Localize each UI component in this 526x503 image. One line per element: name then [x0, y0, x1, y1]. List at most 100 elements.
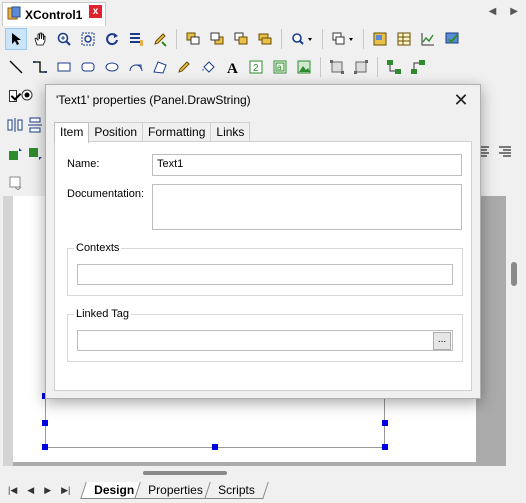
vertical-scroll-thumb[interactable]: [511, 262, 517, 286]
toolbar-ordering: [3, 142, 43, 168]
refresh-icon[interactable]: [101, 28, 123, 50]
snap-grid-icon[interactable]: [9, 176, 23, 193]
last-page-icon[interactable]: ▶|: [61, 485, 70, 496]
toolbar-main: [3, 25, 523, 53]
scroll-tabs-right-icon[interactable]: ▶: [510, 6, 518, 17]
linked-tag-field[interactable]: ...: [77, 330, 453, 351]
contexts-label: Contexts: [74, 242, 122, 254]
browse-tag-button[interactable]: ...: [433, 332, 451, 350]
contexts-group: Contexts: [67, 242, 463, 296]
tab-position[interactable]: Position: [88, 122, 144, 142]
line-icon[interactable]: [5, 56, 27, 78]
rounded-rect-icon[interactable]: [77, 56, 99, 78]
tab-navigation: ◀ ▶: [489, 6, 518, 17]
svg-text:2: 2: [253, 63, 259, 74]
align-alt-icon[interactable]: [350, 56, 372, 78]
toolbar-separator: [176, 29, 177, 49]
tab-formatting[interactable]: Formatting: [142, 122, 212, 142]
connect-alt-icon[interactable]: [407, 56, 429, 78]
text-icon[interactable]: A: [221, 56, 243, 78]
prev-page-icon[interactable]: ◀: [27, 485, 34, 496]
polygon-icon[interactable]: [149, 56, 171, 78]
arc-icon[interactable]: [125, 56, 147, 78]
toolbar-separator: [281, 29, 282, 49]
distribute-vertical-icon[interactable]: [27, 117, 43, 136]
resize-handle[interactable]: [42, 420, 48, 426]
send-back-icon[interactable]: [206, 28, 228, 50]
tab-scripts[interactable]: Scripts: [204, 482, 269, 499]
toolbar-separator: [320, 57, 321, 77]
panel-icon[interactable]: [369, 28, 391, 50]
scroll-tabs-left-icon[interactable]: ◀: [489, 6, 497, 17]
toolbar-options: [3, 82, 33, 110]
label-icon[interactable]: a: [269, 56, 291, 78]
close-tab-icon[interactable]: x: [89, 5, 102, 18]
name-label: Name:: [67, 158, 100, 170]
zoom-icon[interactable]: [53, 28, 75, 50]
edit-pencil-icon[interactable]: [149, 28, 171, 50]
next-page-icon[interactable]: ▶: [44, 485, 51, 496]
close-icon[interactable]: ✕: [450, 89, 472, 111]
item-tab-panel: Name: Text1 Documentation: Contexts Link…: [54, 141, 472, 391]
document-tab-bar: XControl1 x ◀ ▶: [0, 0, 526, 26]
polyline-icon[interactable]: [29, 56, 51, 78]
option-checkbox[interactable]: [9, 90, 17, 102]
toolbar-separator: [322, 29, 323, 49]
documentation-label: Documentation:: [67, 188, 145, 200]
move-down-icon[interactable]: [27, 146, 43, 165]
linked-tag-label: Linked Tag: [74, 308, 132, 320]
toolbar-misc: [3, 172, 23, 196]
search-dropdown-icon[interactable]: [287, 28, 317, 50]
move-up-icon[interactable]: [7, 146, 23, 165]
svg-text:A: A: [227, 61, 238, 75]
image-icon[interactable]: [293, 56, 315, 78]
align-icon[interactable]: [326, 56, 348, 78]
rectangle-icon[interactable]: [53, 56, 75, 78]
connect-icon[interactable]: [383, 56, 405, 78]
resize-handle[interactable]: [382, 444, 388, 450]
toolbar-layout: [3, 112, 43, 140]
toolbar-separator: [363, 29, 364, 49]
settings-check-icon[interactable]: [441, 28, 463, 50]
drawstring-element[interactable]: [45, 395, 385, 448]
properties-list-icon[interactable]: [125, 28, 147, 50]
group-dropdown-icon[interactable]: [328, 28, 358, 50]
align-right-icon[interactable]: [498, 146, 512, 161]
bring-forward-icon[interactable]: [230, 28, 252, 50]
first-page-icon[interactable]: |◀: [8, 485, 17, 496]
distribute-horizontal-icon[interactable]: [7, 117, 23, 136]
radio-icon[interactable]: [21, 89, 33, 104]
select-arrow-icon[interactable]: [5, 28, 27, 50]
view-tab-bar: |◀ ◀ ▶ ▶| Design Properties Scripts: [3, 480, 523, 500]
chart-icon[interactable]: [417, 28, 439, 50]
svg-text:a: a: [277, 63, 282, 72]
digit-display-icon[interactable]: 2: [245, 56, 267, 78]
name-field[interactable]: Text1: [152, 154, 462, 176]
bring-front-icon[interactable]: [182, 28, 204, 50]
tab-item[interactable]: Item: [54, 122, 90, 143]
document-tab-title: XControl1: [25, 7, 83, 22]
toolbar-drawing: A 2 a: [3, 53, 523, 81]
xcontrol-file-icon: [7, 6, 21, 23]
documentation-field[interactable]: [152, 184, 462, 230]
table-icon[interactable]: [393, 28, 415, 50]
dialog-tabs: Item Position Formatting Links: [54, 122, 251, 143]
pan-hand-icon[interactable]: [29, 28, 51, 50]
tab-links[interactable]: Links: [210, 122, 251, 142]
horizontal-scroll-thumb[interactable]: [143, 471, 227, 475]
send-backward-icon[interactable]: [254, 28, 276, 50]
vertical-scrollbar[interactable]: [506, 196, 523, 468]
contexts-field[interactable]: [77, 264, 453, 285]
toolbar-separator: [377, 57, 378, 77]
resize-handle[interactable]: [212, 444, 218, 450]
ellipse-icon[interactable]: [101, 56, 123, 78]
fill-icon[interactable]: [197, 56, 219, 78]
dialog-title: 'Text1' properties (Panel.DrawString): [56, 93, 251, 107]
ruler-left: [3, 196, 13, 466]
resize-handle[interactable]: [382, 420, 388, 426]
pencil-draw-icon[interactable]: [173, 56, 195, 78]
properties-dialog: 'Text1' properties (Panel.DrawString) ✕ …: [45, 84, 481, 399]
resize-handle[interactable]: [42, 444, 48, 450]
horizontal-scrollbar[interactable]: [3, 466, 506, 480]
zoom-fit-icon[interactable]: [77, 28, 99, 50]
